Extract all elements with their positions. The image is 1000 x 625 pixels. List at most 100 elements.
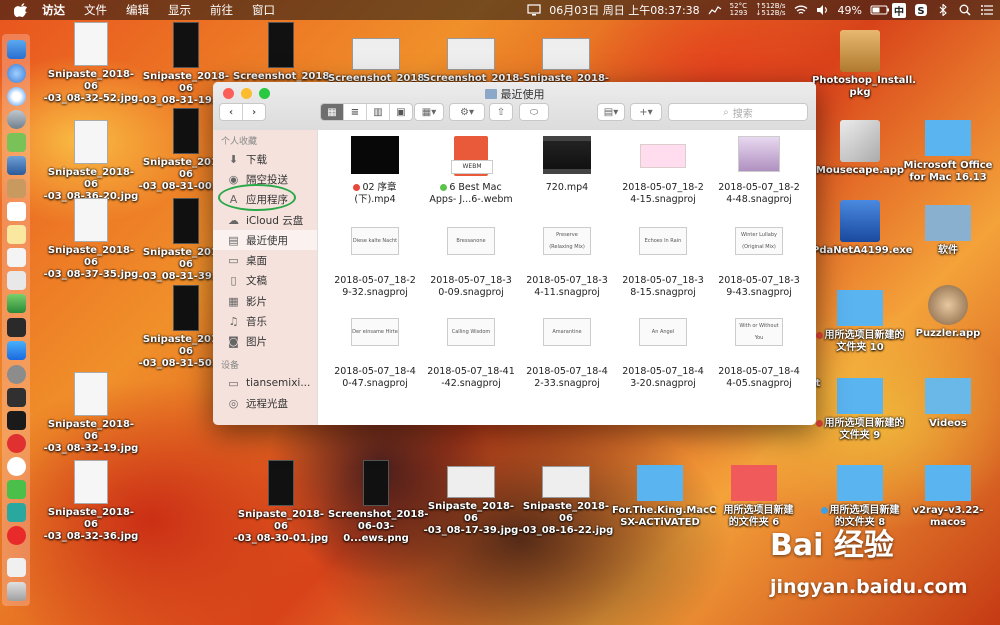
safari-dock-icon[interactable]	[7, 87, 26, 106]
file-item[interactable]: 720.mp4	[519, 136, 615, 194]
desktop-item[interactable]: Snipaste_2018-06 -03_08-17-39.jpg	[423, 460, 519, 537]
desktop-item[interactable]: Puzzler.app	[900, 285, 996, 340]
wechat-dock-icon[interactable]	[7, 480, 26, 499]
finder-dock-icon[interactable]	[7, 40, 26, 59]
file-item[interactable]: Der einsame Hirte 2018-05-07_18-4 0-47.sna…	[327, 318, 423, 390]
desktop-item[interactable]: Screenshot_2018-	[423, 32, 523, 85]
notification-center-icon[interactable]	[980, 4, 994, 16]
launchpad-dock-icon[interactable]	[7, 110, 26, 129]
sidebar-item[interactable]: ▦ 影片	[213, 291, 317, 311]
wifi-icon[interactable]	[794, 4, 808, 16]
stats-graph-icon[interactable]	[708, 4, 722, 16]
search-field[interactable]: ⌕ 搜索	[668, 103, 808, 121]
file-item[interactable]: Echoes In Rain 2018-05-07_18-3 8-15.snagpr…	[615, 227, 711, 299]
desktop-item[interactable]: Photoshop_Install. pkg	[812, 30, 916, 99]
siri-dock-icon[interactable]	[7, 64, 26, 83]
sidebar-item[interactable]: ▤ 最近使用	[213, 230, 317, 251]
maps-dock-icon[interactable]	[7, 294, 26, 313]
menu-window[interactable]: 窗口	[252, 2, 275, 18]
battery-icon[interactable]	[870, 4, 889, 16]
column-view-button[interactable]: ▥	[367, 104, 390, 120]
tags-button[interactable]: ⬭	[519, 103, 549, 121]
desktop-item[interactable]: Snipaste_2018-06 -03_08-32-52.jpg	[43, 22, 139, 105]
notes-dock-icon[interactable]	[7, 225, 26, 244]
desktop-item[interactable]: Snipaste_2018-06 -03_08-32-36.jpg	[43, 460, 139, 543]
reminders-dock-icon[interactable]	[7, 248, 26, 267]
snagit-toolbar-button[interactable]: ▤▾	[597, 103, 625, 121]
desktop-item[interactable]: 软件	[900, 205, 996, 257]
trash-dock-icon[interactable]	[7, 582, 26, 601]
share-button[interactable]: ⇧	[489, 103, 513, 121]
file-item[interactable]: Diese kalte Nacht 2018-05-07_18-2 9-32.sna…	[327, 227, 423, 299]
file-item[interactable]: Bressanone 2018-05-07_18-3 0-09.snagproj	[423, 227, 519, 299]
textedit-dock-icon[interactable]	[7, 271, 26, 290]
file-item[interactable]: Preserve (Relaxing Mix) 2018-05-07_18-3 4-…	[519, 227, 615, 299]
file-item[interactable]: 2018-05-07_18-2 4-15.snagproj	[615, 136, 711, 206]
desktop-item[interactable]: Mousecape.app	[812, 120, 908, 177]
apple-icon[interactable]	[14, 3, 28, 17]
snagit-icon[interactable]: S	[914, 4, 928, 17]
file-item[interactable]: Winter Lullaby (Original Mix) 2018-05-07_…	[711, 227, 807, 299]
yandex-dock-icon[interactable]	[7, 457, 26, 476]
input-method[interactable]: 中	[892, 2, 906, 18]
terminal-dock-icon[interactable]	[7, 318, 26, 337]
sidebar-item[interactable]: ◎ 远程光盘	[213, 393, 317, 413]
file-item[interactable]: Amarantine 2018-05-07_18-4 2-33.snagproj	[519, 318, 615, 390]
list-view-button[interactable]: ≡	[344, 104, 367, 120]
desktop-item[interactable]: Snipaste_2018-06 -03_08-30-01.jpg	[233, 460, 329, 545]
volume-icon[interactable]	[816, 4, 830, 16]
sidebar-item[interactable]: ⬇ 下载	[213, 149, 317, 169]
desktop-item[interactable]: Screenshot_2018-	[328, 32, 428, 85]
sidebar-item[interactable]: ♫ 音乐	[213, 311, 317, 331]
desktop-item[interactable]: Snipaste_2018-06 -03_08-32-19.jpg	[43, 372, 139, 455]
forward-button[interactable]: ›	[243, 104, 265, 120]
desktop-item[interactable]: For.The.King.MacO SX-ACTiVATED	[612, 465, 718, 529]
file-item[interactable]: Calling Wisdom 2018-05-07_18-41 -42.snagpr…	[423, 318, 519, 390]
desktop-item[interactable]: 用所选项目新建的 文件夹 10	[812, 290, 908, 354]
calendar-dock-icon[interactable]	[7, 202, 26, 221]
menu-edit[interactable]: 编辑	[126, 2, 149, 18]
display-icon[interactable]	[527, 4, 541, 16]
action-button[interactable]: ⚙▾	[449, 103, 485, 121]
file-item[interactable]: 02 序章 (下).mp4	[327, 136, 423, 206]
gallery-view-button[interactable]: ▣	[390, 104, 412, 120]
contacts-dock-icon[interactable]	[7, 179, 26, 198]
activity-monitor-dock-icon[interactable]	[7, 388, 26, 407]
network-stats[interactable]: ↑512B/s ↓512B/s	[756, 3, 786, 17]
desktop-item[interactable]: PdaNetA4199.exe	[812, 200, 913, 257]
file-item[interactable]: With or Without You 2018-05-07_18-4 4-05.s…	[711, 318, 807, 390]
menu-go[interactable]: 前往	[210, 2, 233, 18]
sidebar-item[interactable]: ▭ tiansemixi...	[213, 373, 317, 393]
desktop-item[interactable]: Screenshot_2018-	[233, 22, 333, 83]
desktop-item[interactable]: Snipaste_2018-06 -03_08-36-20.jpg	[43, 120, 139, 203]
sidebar-item[interactable]: ◙ 图片	[213, 332, 317, 352]
file-item[interactable]: An Angel 2018-05-07_18-4 3-20.snagproj	[615, 318, 711, 390]
desktop-item[interactable]: Microsoft Office for Mac 16.13	[900, 120, 996, 184]
console-dock-icon[interactable]	[7, 411, 26, 430]
preview-dock-icon[interactable]	[7, 156, 26, 175]
android-dock-icon[interactable]	[7, 133, 26, 152]
back-button[interactable]: ‹	[220, 104, 243, 120]
app-store-dock-icon[interactable]	[7, 341, 26, 360]
group-button[interactable]: ▦▾	[414, 103, 444, 121]
desktop-item[interactable]: Snipaste_2018-06 -03_08-16-22.jpg	[518, 460, 614, 537]
desktop-item[interactable]: Screenshot_2018- 06-03-0...ews.png	[328, 460, 428, 545]
menubar-datetime[interactable]: 06月03日 周日 上午08:37:38	[549, 2, 699, 18]
menu-view[interactable]: 显示	[168, 2, 191, 18]
bluetooth-icon[interactable]	[936, 3, 950, 17]
sidebar-item[interactable]: ▭ 桌面	[213, 250, 317, 270]
sidebar-item[interactable]: ☁ iCloud 云盘	[213, 210, 317, 230]
messages-dock-icon[interactable]	[7, 503, 26, 522]
menu-app-name[interactable]: 访达	[42, 2, 65, 18]
cpu-stats[interactable]: 52°C 1293	[730, 3, 748, 17]
menu-file[interactable]: 文件	[84, 2, 107, 18]
desktop-item[interactable]: Videos	[900, 378, 996, 430]
desktop-item[interactable]: v2ray-v3.22- macos	[900, 465, 996, 529]
file-item[interactable]: WEBM 6 Best Mac Apps- J...6-.webm	[423, 136, 519, 206]
spotlight-icon[interactable]	[958, 4, 972, 16]
desktop-item[interactable]: 用所选项目新建的 文件夹 9	[812, 378, 908, 442]
sidebar-item[interactable]: ▯ 文稿	[213, 271, 317, 291]
file-item[interactable]: 2018-05-07_18-2 4-48.snagproj	[711, 136, 807, 206]
battery-percent[interactable]: 49%	[838, 4, 862, 17]
system-preferences-dock-icon[interactable]	[7, 365, 26, 384]
